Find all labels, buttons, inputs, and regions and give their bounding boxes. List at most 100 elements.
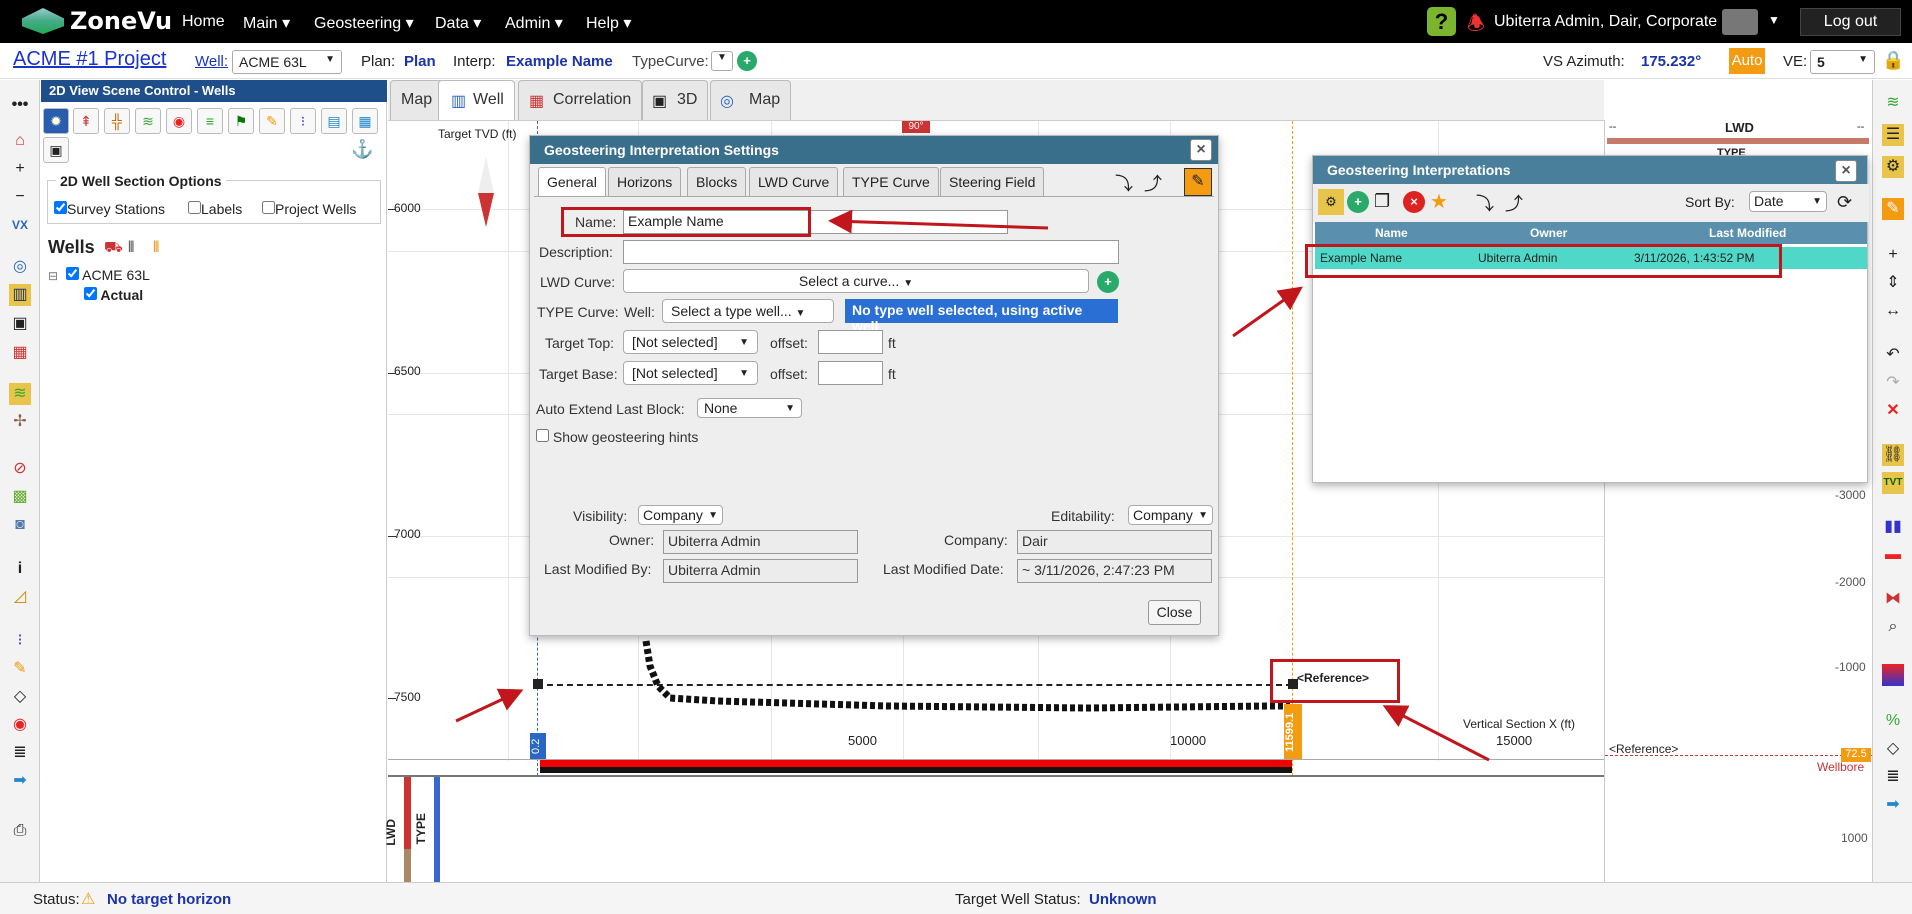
help-icon[interactable]: ? — [1427, 7, 1456, 36]
3d-cube-icon[interactable]: ▣ — [9, 313, 31, 335]
close-icon[interactable]: × — [1835, 160, 1857, 182]
tree-well-item[interactable]: ACME 63L — [66, 267, 150, 283]
surface-icon[interactable]: ≋ — [135, 108, 161, 134]
redo-icon[interactable]: ↷ — [1882, 372, 1904, 394]
pencil-icon[interactable]: ✎ — [259, 108, 285, 134]
target-base-select[interactable]: [Not selected] ▼ — [623, 361, 758, 385]
delete-icon[interactable]: × — [1403, 191, 1425, 213]
survey-stations-checkbox[interactable]: Survey Stations — [54, 201, 165, 217]
close-red-icon[interactable]: ✕ — [1882, 400, 1904, 422]
typecurve-select[interactable]: ▼ — [711, 51, 733, 71]
zonevu-logo[interactable]: ZoneVu — [22, 6, 172, 36]
star-icon[interactable]: ★ — [1430, 189, 1448, 214]
lines-icon[interactable]: ≣ — [1882, 766, 1904, 788]
grid-icon[interactable]: ▤ — [321, 108, 347, 134]
layers-icon[interactable]: ≋ — [1882, 92, 1904, 114]
logout-button[interactable]: Log out — [1800, 8, 1901, 36]
gear-icon[interactable]: ⚙ — [1318, 189, 1344, 215]
zoom-out-icon[interactable]: − — [9, 186, 31, 208]
description-input[interactable] — [623, 240, 1119, 264]
project-wells-checkbox[interactable]: Project Wells — [262, 201, 356, 217]
layers-icon[interactable]: ≋ — [9, 383, 31, 405]
vs-azimuth-value[interactable]: 175.232° — [1641, 53, 1701, 70]
export-icon[interactable]: ⤴ — [1505, 190, 1523, 216]
flag-icon[interactable]: ⚑ — [228, 108, 254, 134]
well-view-icon[interactable]: ▥ — [9, 284, 31, 306]
add-curve-icon[interactable]: + — [1097, 271, 1119, 293]
tree-actual-item[interactable]: Actual — [84, 287, 143, 303]
tab-type-curve[interactable]: TYPE Curve — [843, 167, 939, 197]
target-icon[interactable]: ◉ — [166, 108, 192, 134]
nav-geosteering[interactable]: Geosteering ▾ — [314, 13, 414, 33]
expand-icon[interactable]: ↔ — [1882, 300, 1904, 322]
lines-icon[interactable]: ≣ — [9, 742, 31, 764]
target-top-offset-input[interactable] — [818, 330, 883, 354]
rectangle-icon[interactable]: ▬ — [1882, 544, 1904, 566]
zoom-in-icon[interactable]: + — [1882, 244, 1904, 266]
well-tool-icon[interactable]: ⫴ — [128, 239, 134, 256]
print-icon[interactable]: ⎙ — [9, 820, 31, 842]
table-icon[interactable]: ▦ — [352, 108, 378, 134]
home-icon[interactable]: ⌂ — [9, 130, 31, 152]
hints-checkbox[interactable]: Show geosteering hints — [536, 429, 698, 445]
lwd-curve-select[interactable]: Select a curve... ▼ — [623, 269, 1089, 293]
undo-icon[interactable]: ↶ — [1882, 344, 1904, 366]
tab-map[interactable]: Map — [390, 80, 444, 120]
points-icon[interactable]: ⁝ — [290, 108, 316, 134]
percent-icon[interactable]: % — [1882, 710, 1904, 732]
edit-pencil-icon[interactable]: ✎ — [1184, 168, 1212, 196]
correlation-icon[interactable]: ▦ — [9, 342, 31, 364]
close-icon[interactable]: × — [1190, 139, 1212, 161]
arrow-right-icon[interactable]: ➡ — [1882, 794, 1904, 816]
import-icon[interactable]: ⤵ — [1112, 170, 1136, 194]
box-icon[interactable]: ▩ — [9, 486, 31, 508]
camera-icon[interactable]: ◙ — [9, 514, 31, 536]
add-typecurve-icon[interactable]: + — [737, 51, 757, 71]
tvt-icon[interactable]: TVT — [1882, 472, 1904, 494]
horizon-icon[interactable]: ✹ — [43, 108, 69, 134]
color-scale-icon[interactable] — [1882, 664, 1904, 686]
type-well-select[interactable]: Select a type well... ▼ — [662, 299, 834, 323]
avatar[interactable] — [1722, 9, 1758, 35]
bell-off-icon[interactable]: ◇ — [1882, 738, 1904, 760]
more-icon[interactable]: ••• — [9, 94, 31, 116]
compass-icon[interactable]: ◎ — [9, 256, 31, 278]
tree-collapse-icon[interactable]: ⊟ — [48, 269, 58, 283]
ruler-icon[interactable]: ◿ — [9, 586, 31, 608]
copy-icon[interactable]: ❐ — [1374, 191, 1390, 212]
nav-data[interactable]: Data ▾ — [435, 13, 481, 33]
well-label-link[interactable]: Well: — [195, 53, 228, 70]
tab-lwd-curve[interactable]: LWD Curve — [749, 167, 839, 197]
tab-horizons[interactable]: Horizons — [608, 167, 682, 197]
bell-off-icon[interactable]: ◇ — [9, 686, 31, 708]
lock-icon[interactable]: 🔒 — [1882, 50, 1904, 71]
nav-main[interactable]: Main ▾ — [243, 13, 290, 33]
arrow-right-icon[interactable]: ➡ — [9, 770, 31, 792]
well-sort-icon[interactable]: ⫴ — [153, 239, 159, 256]
tab-general[interactable]: General — [538, 167, 606, 197]
target-base-offset-input[interactable] — [818, 361, 883, 385]
auto-button[interactable]: Auto — [1729, 48, 1765, 74]
nav-home[interactable]: Home — [182, 13, 225, 31]
refresh-icon[interactable]: ⟳ — [1837, 192, 1852, 213]
interp-link[interactable]: Example Name — [506, 53, 613, 70]
zoom-in-icon[interactable]: + — [9, 158, 31, 180]
visibility-select[interactable]: Company ▼ — [638, 505, 723, 525]
tab-steering-field[interactable]: Steering Field — [940, 167, 1045, 197]
search-icon[interactable]: ⌕ — [1882, 616, 1904, 638]
editability-select[interactable]: Company ▼ — [1128, 505, 1213, 525]
export-icon[interactable]: ⤴ — [1141, 170, 1165, 194]
project-title-link[interactable]: ACME #1 Project — [13, 48, 166, 71]
points-icon[interactable]: ⁝ — [9, 630, 31, 652]
ve-select[interactable]: 5 ▼ — [1810, 50, 1875, 74]
import-icon[interactable]: ⤵ — [1476, 190, 1494, 216]
info-icon[interactable]: i — [9, 558, 31, 580]
anchor-icon[interactable]: ⚓ — [351, 139, 373, 160]
labels-checkbox[interactable]: Labels — [188, 201, 242, 217]
grid-icon[interactable]: ╬ — [104, 108, 130, 134]
gear-icon[interactable]: ⚙ — [1882, 156, 1904, 178]
bars-icon[interactable]: ▮▮ — [1882, 516, 1904, 538]
tab-well[interactable]: Well — [438, 80, 515, 120]
vx-icon[interactable]: VX — [9, 214, 31, 236]
well-add-icon[interactable]: ⛟ — [104, 239, 123, 258]
